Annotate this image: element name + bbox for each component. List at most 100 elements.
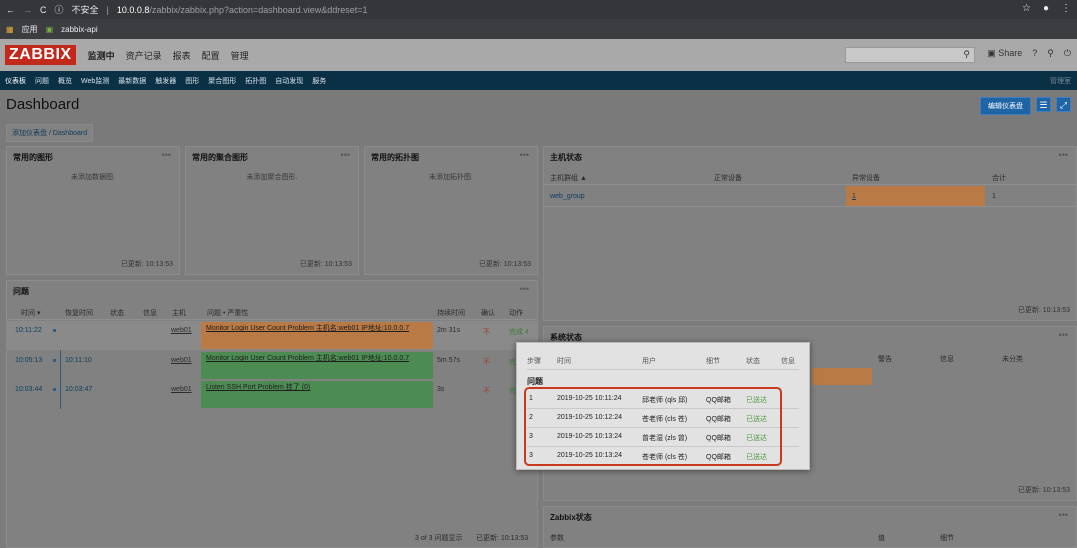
- submenu-web[interactable]: Web监测: [81, 76, 109, 86]
- address-bar[interactable]: ← → C ⓘ 不安全 | 10.0.0.8/zabbix/zabbix.php…: [0, 0, 1077, 19]
- host-group-link[interactable]: web_group: [550, 193, 585, 200]
- widget-host-status: 主机状态 ••• 主机群组 ▲ 正常设备 异常设备 合计 web_group 1…: [543, 146, 1077, 321]
- menu-inventory[interactable]: 资产记录: [126, 49, 162, 62]
- submenu-right-label[interactable]: 管理室: [1050, 76, 1071, 86]
- col-parameter: 参数: [550, 535, 564, 542]
- submenu-discovery[interactable]: 自动发现: [275, 76, 303, 86]
- submenu-services[interactable]: 服务: [312, 76, 326, 86]
- widget-menu-icon[interactable]: •••: [162, 150, 171, 160]
- col-total: 合计: [992, 175, 1006, 182]
- url-separator: |: [106, 4, 109, 15]
- problem-count[interactable]: 1: [852, 193, 856, 200]
- widget-menu-icon[interactable]: •••: [1059, 330, 1068, 340]
- problem-description[interactable]: Monitor Login User Count Problem 主机名:web…: [201, 322, 433, 349]
- problem-time[interactable]: 10:11:22: [15, 327, 42, 334]
- menu-icon[interactable]: ☰: [1036, 97, 1051, 112]
- profile-icon[interactable]: ●: [1043, 3, 1049, 14]
- timeline-dot: [53, 388, 56, 391]
- url-host[interactable]: 10.0.0.8: [117, 5, 150, 15]
- problem-actions[interactable]: 完成 4: [509, 327, 529, 337]
- problem-ack[interactable]: 不: [483, 386, 490, 396]
- search-input[interactable]: ⚲: [845, 47, 975, 63]
- severity-cell[interactable]: [812, 368, 872, 385]
- submenu-latest-data[interactable]: 最新数据: [118, 76, 146, 86]
- back-icon[interactable]: ←: [6, 5, 15, 15]
- menu-configuration[interactable]: 配置: [202, 49, 220, 62]
- submenu-triggers[interactable]: 触发器: [155, 76, 176, 86]
- bookmark-apps[interactable]: 应用: [22, 24, 38, 35]
- problem-count-cell[interactable]: [846, 186, 985, 206]
- header-actions: 编辑仪表盘 ☰ ⤢: [980, 97, 1071, 115]
- problem-ack[interactable]: 不: [483, 357, 490, 367]
- table-row[interactable]: 10:05:13 10:11:10 web01 Monitor Login Us…: [7, 351, 537, 379]
- table-row[interactable]: 10:03:44 10:03:47 web01 Listen SSH Port …: [7, 380, 537, 409]
- problem-host[interactable]: web01: [171, 327, 192, 334]
- widget-menu-icon[interactable]: •••: [520, 284, 529, 294]
- kebab-menu-icon[interactable]: ⋮: [1061, 3, 1071, 14]
- widget-menu-icon[interactable]: •••: [341, 150, 350, 160]
- col-time[interactable]: 时间 ▾: [21, 308, 40, 318]
- page-title: Dashboard: [6, 96, 80, 113]
- submenu-problems[interactable]: 问题: [35, 76, 49, 86]
- widget-updated: 已更新: 10:13:53: [478, 261, 531, 268]
- col-information: 信息: [940, 356, 954, 363]
- widget-updated: 已更新: 10:13:53: [1017, 487, 1070, 494]
- col-warning: 警告: [878, 356, 892, 363]
- url-path[interactable]: /zabbix/zabbix.php?action=dashboard.view…: [149, 5, 367, 15]
- problem-recovery[interactable]: 10:11:10: [65, 357, 92, 364]
- zabbix-logo[interactable]: ZABBIX: [5, 45, 76, 65]
- popup-header-divider: [527, 369, 799, 370]
- share-button[interactable]: ▣ Share: [987, 48, 1022, 59]
- col-duration: 持续时间: [437, 310, 465, 317]
- user-profile-icon[interactable]: ⚲: [1047, 48, 1054, 59]
- problem-host[interactable]: web01: [171, 357, 192, 364]
- problem-host[interactable]: web01: [171, 386, 192, 393]
- row-divider: [544, 206, 1076, 207]
- popup-col-user: 用户: [642, 358, 656, 365]
- submenu-graphs[interactable]: 图形: [185, 76, 199, 86]
- star-icon[interactable]: ☆: [1022, 3, 1031, 14]
- widget-menu-icon[interactable]: •••: [1059, 150, 1068, 160]
- total-count: 1: [992, 193, 996, 200]
- problem-actions[interactable]: 完: [509, 357, 516, 367]
- breadcrumb-parent[interactable]: 添加仪表盘: [12, 130, 47, 137]
- widget-menu-icon[interactable]: •••: [520, 150, 529, 160]
- breadcrumb: 添加仪表盘 / Dashboard: [6, 124, 94, 142]
- top-right-actions: ▣ Share ? ⚲ ⏻: [987, 48, 1071, 59]
- forward-icon[interactable]: →: [23, 5, 32, 15]
- menu-monitoring[interactable]: 监测中: [88, 49, 115, 62]
- breadcrumb-current: Dashboard: [52, 130, 88, 137]
- share-label: Share: [998, 48, 1023, 58]
- submenu-overview[interactable]: 概览: [58, 76, 72, 86]
- widget-menu-icon[interactable]: •••: [1059, 510, 1068, 520]
- help-button[interactable]: ?: [1032, 48, 1037, 59]
- submenu-dashboard[interactable]: 仪表板: [5, 76, 26, 86]
- problem-description[interactable]: Listen SSH Port Problem 挂了 (0): [201, 381, 433, 408]
- menu-reports[interactable]: 报表: [173, 49, 191, 62]
- problem-time[interactable]: 10:05:13: [15, 357, 42, 364]
- reload-icon[interactable]: C: [40, 5, 47, 15]
- widget-title: Zabbix状态: [550, 513, 592, 522]
- logout-icon[interactable]: ⏻: [1064, 48, 1071, 59]
- page-header: [0, 90, 1077, 150]
- zabbix-topbar: ZABBIX 监测中 资产记录 报表 配置 管理 ⚲ ▣ Share ? ⚲ ⏻: [0, 39, 1077, 71]
- problem-recovery[interactable]: 10:03:47: [65, 386, 92, 393]
- problem-ack[interactable]: 不: [483, 327, 490, 337]
- popup-col-step: 步骤: [527, 358, 541, 365]
- bookmark-zabbix-api[interactable]: zabbix-api: [61, 25, 97, 34]
- problem-time[interactable]: 10:03:44: [15, 386, 42, 393]
- problem-description[interactable]: Monitor Login User Count Problem 主机名:web…: [201, 352, 433, 379]
- submenu-maps[interactable]: 拓扑图: [245, 76, 266, 86]
- problem-actions[interactable]: 完: [509, 386, 516, 396]
- submenu-screens[interactable]: 聚合图形: [208, 76, 236, 86]
- search-icon[interactable]: ⚲: [963, 49, 970, 60]
- table-row[interactable]: 10:11:22 web01 Monitor Login User Count …: [7, 321, 537, 350]
- edit-dashboard-button[interactable]: 编辑仪表盘: [980, 97, 1031, 115]
- popup-group-label: 问题: [527, 377, 543, 386]
- widget-empty-text: 未添加聚合图形.: [246, 174, 298, 181]
- menu-administration[interactable]: 管理: [231, 49, 249, 62]
- col-host-group[interactable]: 主机群组 ▲: [550, 173, 587, 183]
- col-host: 主机: [172, 310, 186, 317]
- widget-empty-text: 未添加数据图.: [71, 174, 115, 181]
- fullscreen-icon[interactable]: ⤢: [1056, 97, 1071, 112]
